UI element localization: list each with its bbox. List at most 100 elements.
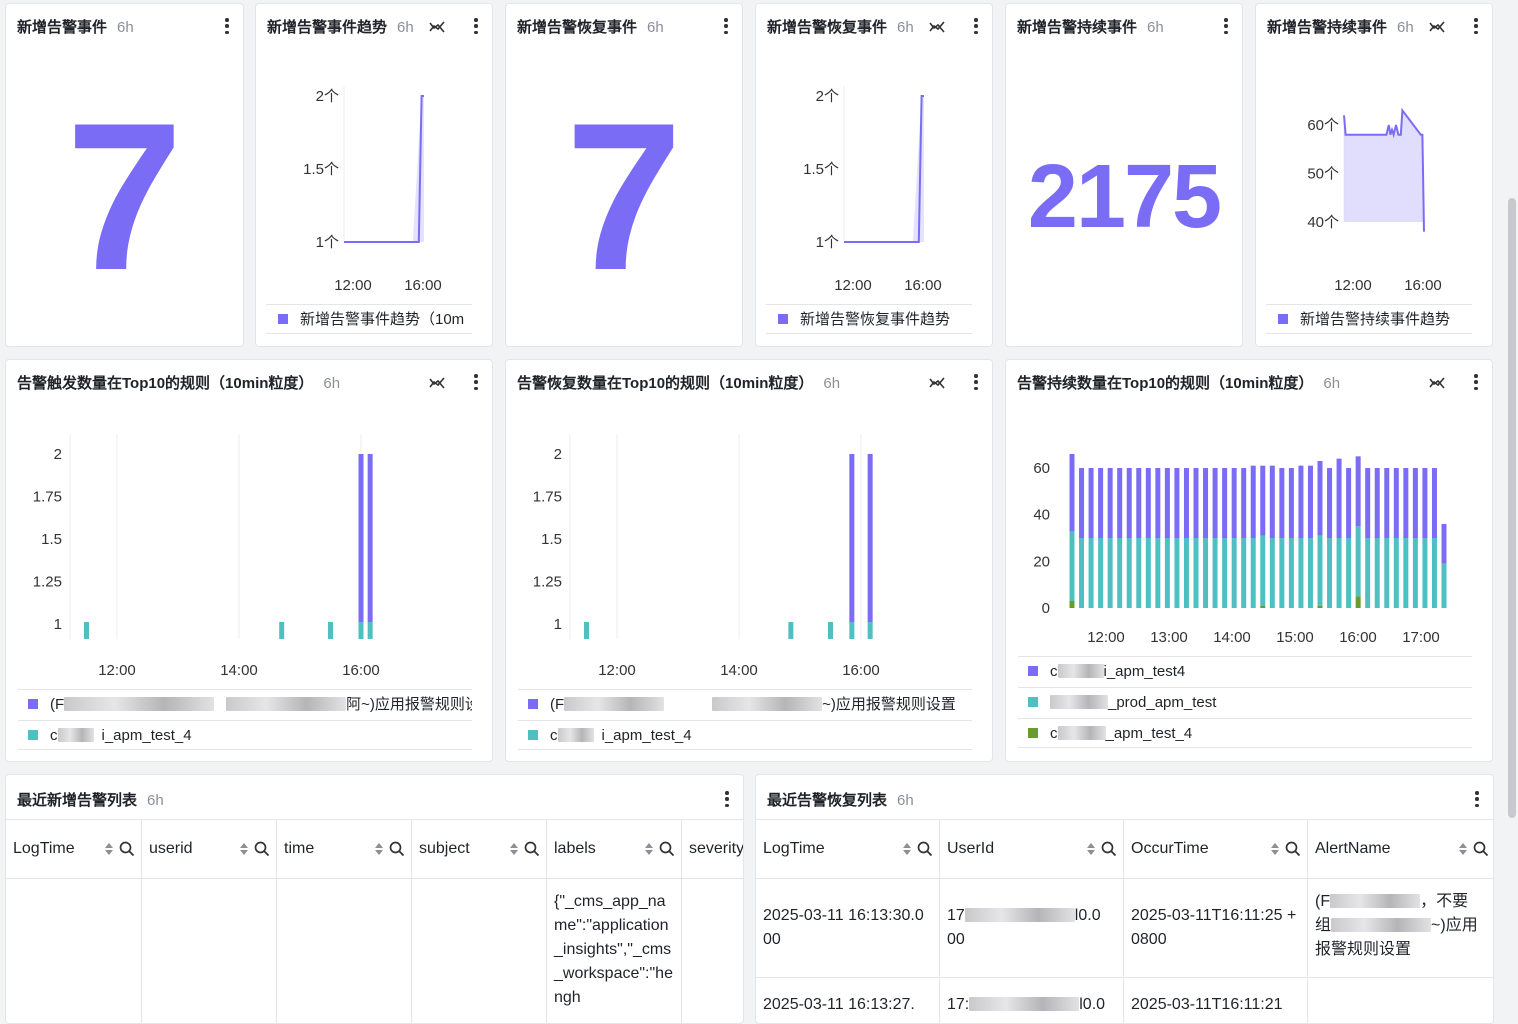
bar-teal	[358, 622, 364, 639]
x-tick-label: 12:00	[1087, 629, 1125, 646]
bar-teal	[328, 622, 333, 639]
legend-item[interactable]: 新增告警事件趋势（10m	[266, 304, 472, 334]
column-header-logtime[interactable]: LogTime	[6, 820, 142, 878]
column-header-userid[interactable]: UserId	[940, 820, 1124, 878]
more-vertical-icon[interactable]	[1224, 18, 1228, 34]
bar-teal	[1241, 538, 1247, 608]
sort-icon[interactable]	[1271, 843, 1279, 855]
bar-purple	[1374, 468, 1380, 538]
bar-teal	[788, 622, 794, 639]
sort-icon[interactable]	[510, 843, 518, 855]
legend-label-prefix: (F	[550, 696, 565, 713]
bar-purple	[1365, 468, 1371, 538]
search-icon[interactable]	[1473, 841, 1489, 857]
page-scrollbar[interactable]	[1508, 198, 1516, 818]
legend-item[interactable]: 新增告警恢复事件趋势	[766, 304, 972, 334]
column-header-severity[interactable]: severity	[682, 820, 743, 878]
legend-item[interactable]: c i_apm_test4	[1018, 656, 1472, 686]
bar-teal	[1412, 538, 1418, 608]
sort-icon[interactable]	[1087, 843, 1095, 855]
table-cell-userid: 17: l0.0	[940, 979, 1124, 1023]
column-header-labels[interactable]: labels	[547, 820, 682, 878]
column-header-subject[interactable]: subject	[412, 820, 547, 878]
sort-icon[interactable]	[240, 843, 248, 855]
search-icon[interactable]	[389, 841, 405, 857]
column-header-alertname[interactable]: AlertName	[1308, 820, 1493, 878]
bar-teal	[1069, 531, 1075, 601]
bar-purple	[1222, 468, 1228, 538]
bar-purple	[1431, 468, 1437, 538]
legend-item[interactable]: c i_apm_test_4	[18, 720, 472, 750]
legend-item[interactable]: 新增告警持续事件趋势	[1266, 304, 1472, 334]
y-tick-label: 1.5	[541, 531, 562, 548]
bar-purple	[1279, 468, 1285, 538]
x-tick-label: 12:00	[834, 277, 872, 294]
bar-teal	[1298, 538, 1304, 608]
search-icon[interactable]	[254, 841, 270, 857]
bar-purple	[1422, 468, 1428, 538]
line-chart: 1 个1.5 个2 个12:00 16:00	[803, 86, 942, 294]
search-icon[interactable]	[659, 841, 675, 857]
sort-icon[interactable]	[903, 843, 911, 855]
y-tick-label: 2	[54, 446, 62, 463]
legend-item[interactable]: c _apm_test_4	[1018, 718, 1472, 748]
bar-purple	[1164, 468, 1170, 538]
table-cell-logtime: 2025-03-11 16:13:27.	[756, 979, 940, 1023]
bar-purple	[1145, 468, 1151, 538]
bar-purple	[1079, 468, 1085, 538]
bar-purple	[1384, 468, 1390, 538]
sort-icon[interactable]	[375, 843, 383, 855]
y-tick-label: 1.5	[803, 161, 824, 178]
more-vertical-icon[interactable]	[724, 18, 728, 34]
column-header-occurtime[interactable]: OccurTime	[1124, 820, 1308, 878]
bar-teal	[849, 622, 855, 639]
search-icon[interactable]	[917, 841, 933, 857]
search-icon[interactable]	[524, 841, 540, 857]
y-tick-unit: 个	[824, 234, 839, 251]
sort-icon[interactable]	[1459, 843, 1467, 855]
column-header-userid[interactable]: userid	[142, 820, 277, 878]
legend-item[interactable]: c i_apm_test_4	[518, 720, 972, 750]
y-tick-label: 40	[1033, 507, 1050, 524]
y-tick-label: 1.25	[533, 574, 562, 591]
column-header-time[interactable]: time	[277, 820, 412, 878]
bar-purple	[1098, 468, 1104, 538]
bar-teal	[1269, 538, 1275, 608]
bar-teal	[1431, 538, 1437, 608]
legend-label-prefix: c	[1050, 725, 1058, 742]
more-vertical-icon[interactable]	[1475, 791, 1479, 807]
search-icon[interactable]	[1285, 841, 1301, 857]
legend-item[interactable]: (F 阿~)应用报警规则设置	[18, 689, 472, 719]
sort-icon[interactable]	[105, 843, 113, 855]
search-icon[interactable]	[1101, 841, 1117, 857]
bar-purple	[1355, 456, 1361, 527]
bar-teal	[1126, 538, 1132, 608]
y-tick-unit: 个	[824, 161, 839, 178]
x-tick-label: 13:00	[1150, 629, 1188, 646]
column-header-logtime[interactable]: LogTime	[756, 820, 940, 878]
legend-item[interactable]: (F ~)应用报警规则设置	[518, 689, 972, 719]
legend-swatch	[778, 314, 788, 324]
y-tick-label: 2	[816, 88, 824, 105]
bar-purple	[1393, 468, 1399, 538]
table-cell-occurtime: 2025-03-11T16:11:25 +0800	[1124, 878, 1308, 978]
trend-ongoing-alerts-panel: 新增告警持续事件 6h 40 个 50 个 60 个 12:00 16:00 新增告警持续事件趋…	[1255, 3, 1493, 347]
y-tick-unit: 个	[324, 161, 339, 178]
bar-teal	[367, 622, 373, 639]
sort-icon[interactable]	[645, 843, 653, 855]
table-cell	[142, 878, 277, 1023]
y-tick-label: 1	[316, 234, 324, 251]
bar-teal	[1145, 538, 1151, 608]
search-icon[interactable]	[119, 841, 135, 857]
legend-swatch	[528, 730, 538, 740]
y-tick-label: 2	[316, 88, 324, 105]
bar-teal	[1279, 538, 1285, 608]
bar-chart: 1 1.25 1.5 1.75 2 12:00 14:00 16:00	[533, 434, 880, 679]
x-tick-label: 16:00	[1404, 277, 1442, 294]
x-tick-label: 12:00	[598, 662, 636, 679]
legend-item[interactable]: _prod_apm_test	[1018, 687, 1472, 717]
more-vertical-icon[interactable]	[225, 18, 229, 34]
more-vertical-icon[interactable]	[725, 791, 729, 807]
bar-teal	[1107, 538, 1113, 608]
table-cell	[682, 878, 743, 1023]
